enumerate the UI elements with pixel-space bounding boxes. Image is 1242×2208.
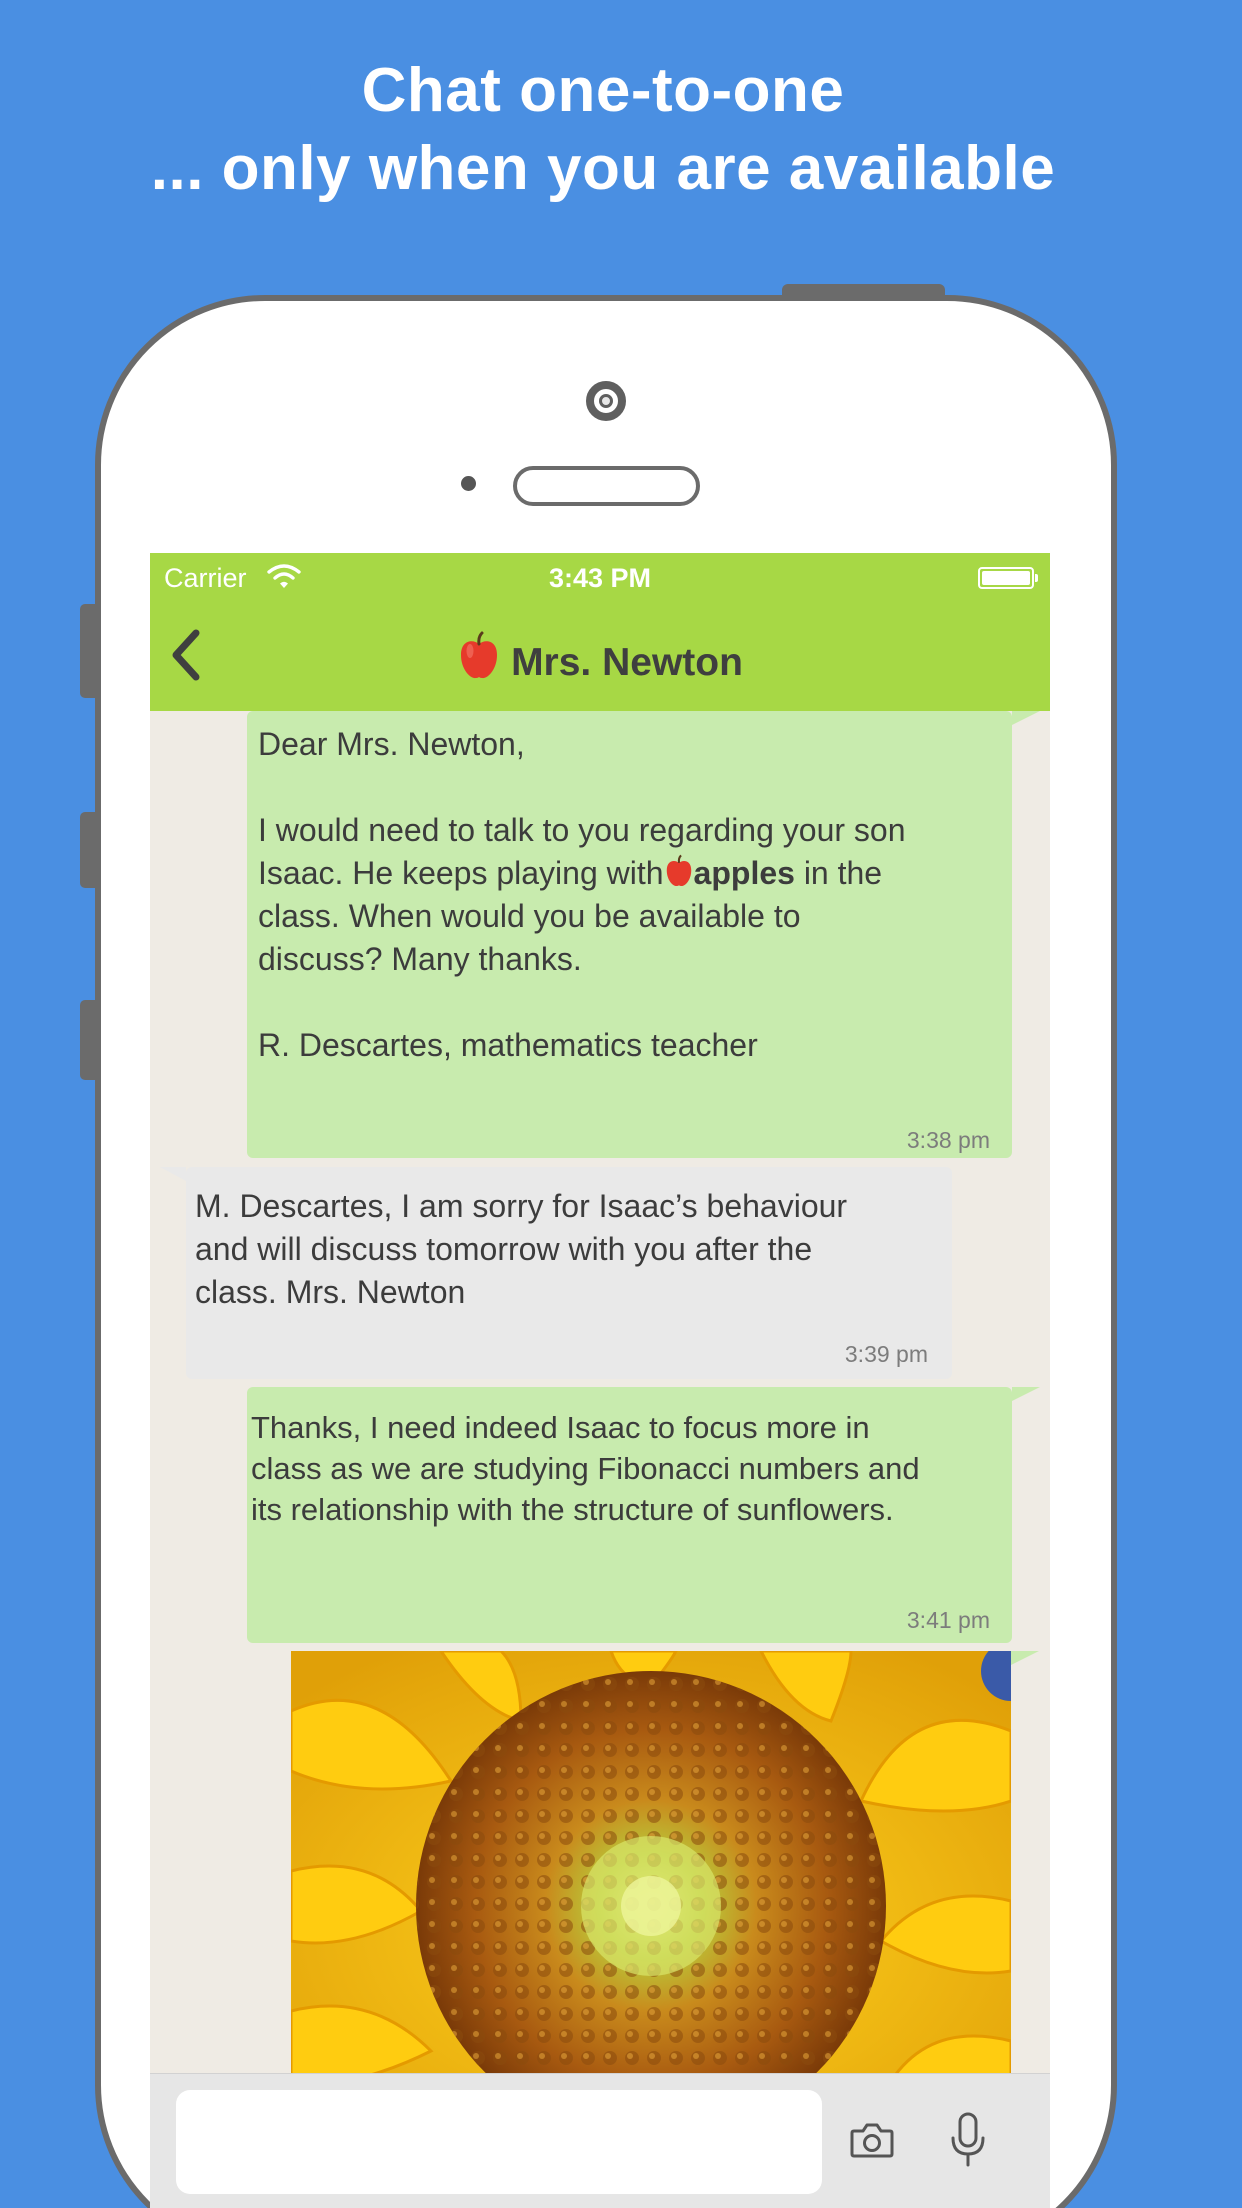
status-bar: Carrier 3:43 PM	[150, 553, 1050, 603]
message-line: discuss? Many thanks.	[258, 941, 582, 977]
message-bubble-incoming[interactable]: M. Descartes, I am sorry for Isaac’s beh…	[160, 1167, 952, 1379]
message-bubble-outgoing[interactable]: Thanks, I need indeed Isaac to focus mor…	[247, 1387, 1040, 1643]
message-timestamp: 3:39 pm	[844, 1341, 928, 1367]
promo-headline: Chat one-to-one ... only when you are av…	[0, 52, 1206, 208]
camera-icon	[850, 2123, 894, 2158]
front-camera	[586, 381, 626, 421]
microphone-button[interactable]	[950, 2112, 986, 2173]
message-text: M. Descartes, I am sorry for Isaac’s beh…	[195, 1188, 848, 1310]
bubble-tail	[160, 1167, 186, 1181]
message-list[interactable]: Dear Mrs. Newton, I would need to talk t…	[150, 711, 1050, 2111]
message-fragment: Isaac. He keeps playing with	[258, 855, 664, 891]
message-input[interactable]	[176, 2090, 822, 2194]
message-fragment: in the	[794, 855, 883, 891]
camera-button[interactable]	[850, 2122, 894, 2163]
message-signature: R. Descartes, mathematics teacher	[258, 1027, 758, 1063]
message-text: Dear Mrs. Newton, I would need to talk t…	[258, 723, 906, 1067]
message-line: I would need to talk to you regarding yo…	[258, 812, 906, 848]
apple-icon	[457, 631, 501, 691]
chat-title-text: Mrs. Newton	[511, 641, 743, 684]
message-input-bar	[150, 2073, 1050, 2208]
sunflower-picture	[291, 1651, 1011, 2111]
message-greeting: Dear Mrs. Newton,	[258, 726, 525, 762]
proximity-sensor	[461, 476, 476, 491]
message-text: Thanks, I need indeed Isaac to focus mor…	[251, 1410, 920, 1527]
status-time: 3:43 PM	[548, 563, 652, 593]
battery-icon	[978, 567, 1038, 589]
bubble-tail	[1011, 1651, 1039, 1665]
apple-icon	[664, 854, 694, 891]
headline-line-2: ... only when you are available	[150, 134, 1056, 203]
message-line: class. When would you be available to	[258, 898, 801, 934]
earpiece-speaker	[513, 466, 700, 506]
chat-title[interactable]: Mrs. Newton	[150, 631, 1050, 691]
bubble-tail	[1012, 711, 1040, 725]
chat-header: Mrs. Newton	[150, 603, 1050, 711]
message-timestamp: 3:38 pm	[906, 1127, 990, 1153]
message-bubble-outgoing[interactable]: Dear Mrs. Newton, I would need to talk t…	[247, 711, 1040, 1158]
microphone-icon	[951, 2112, 985, 2167]
phone-screen: Carrier 3:43 PM Mrs. Newton Dear Mrs. Ne…	[150, 553, 1050, 2208]
message-bold-word: apples	[693, 855, 795, 891]
message-line: Isaac. He keeps playing with apples in th…	[258, 852, 906, 895]
message-timestamp: 3:41 pm	[906, 1607, 990, 1633]
sunflower-image[interactable]	[291, 1651, 1011, 2111]
bubble-tail	[1012, 1387, 1040, 1401]
headline-line-1: Chat one-to-one	[361, 56, 845, 125]
